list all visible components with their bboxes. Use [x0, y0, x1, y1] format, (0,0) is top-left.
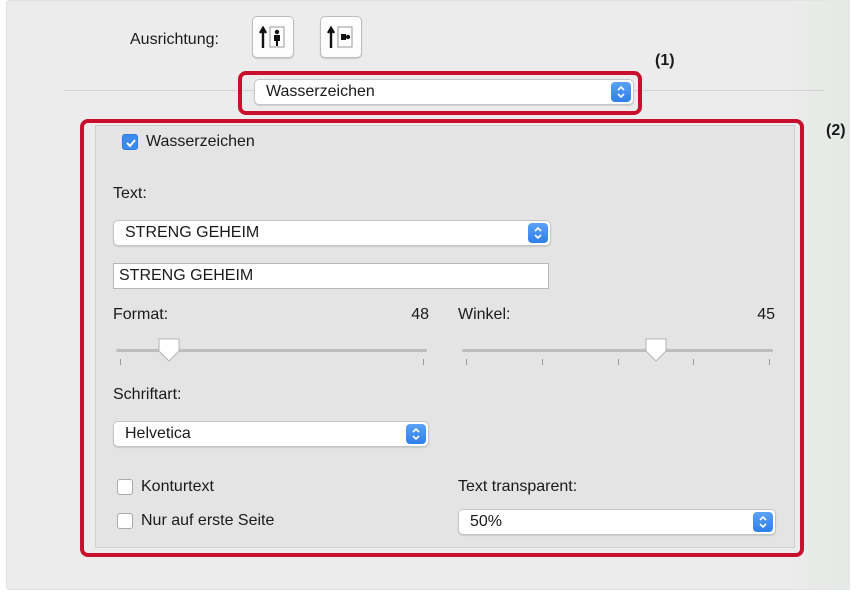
- watermark-text-value: STRENG GEHEIM: [119, 267, 254, 284]
- first-page-checkbox[interactable]: [117, 513, 133, 529]
- landscape-orientation-icon: [327, 25, 353, 48]
- orientation-label: Ausrichtung:: [130, 31, 219, 48]
- angle-label: Winkel:: [458, 306, 511, 323]
- slider-tick: [466, 359, 467, 365]
- outline-text-checkbox[interactable]: [117, 479, 133, 495]
- slider-thumb[interactable]: [157, 337, 181, 368]
- font-label: Schriftart:: [113, 386, 182, 403]
- watermark-checkbox[interactable]: [122, 134, 138, 150]
- format-value: 48: [411, 306, 429, 323]
- first-page-label: Nur auf erste Seite: [141, 512, 275, 529]
- portrait-orientation-button[interactable]: [252, 16, 294, 58]
- slider-tick: [423, 359, 424, 365]
- watermark-text-field[interactable]: STRENG GEHEIM: [113, 263, 549, 289]
- landscape-orientation-button[interactable]: [320, 16, 362, 58]
- slider-tick: [617, 359, 619, 365]
- marker-1: (1): [655, 52, 675, 69]
- chevron-updown-icon: [406, 424, 426, 444]
- highlight-box-1: [238, 71, 642, 115]
- slider-tick: [769, 359, 770, 365]
- slider-tick: [541, 359, 543, 365]
- font-select-value: Helvetica: [125, 425, 191, 442]
- portrait-orientation-icon: [259, 25, 285, 48]
- transparency-select-value: 50%: [470, 513, 503, 530]
- chevron-updown-icon: [753, 512, 773, 532]
- transparency-label: Text transparent:: [458, 478, 578, 495]
- slider-track[interactable]: [462, 349, 773, 352]
- slider-tick: [120, 359, 121, 365]
- format-label: Format:: [113, 306, 169, 323]
- slider-tick: [693, 359, 695, 365]
- outline-text-label: Konturtext: [141, 478, 214, 495]
- slider-thumb[interactable]: [644, 337, 668, 368]
- angle-value: 45: [757, 306, 775, 323]
- chevron-updown-icon: [528, 223, 548, 243]
- watermark-checkbox-label: Wasserzeichen: [146, 133, 255, 150]
- text-label: Text:: [113, 185, 147, 202]
- text-select[interactable]: STRENG GEHEIM: [113, 220, 551, 246]
- transparency-select[interactable]: 50%: [458, 509, 776, 535]
- print-dialog: Ausrichtung: Wasserzeichen (1) (2) Wasse…: [0, 0, 856, 599]
- font-select[interactable]: Helvetica: [113, 421, 429, 447]
- marker-2: (2): [826, 122, 846, 139]
- checkmark-icon: [126, 139, 136, 148]
- text-select-value: STRENG GEHEIM: [125, 224, 260, 241]
